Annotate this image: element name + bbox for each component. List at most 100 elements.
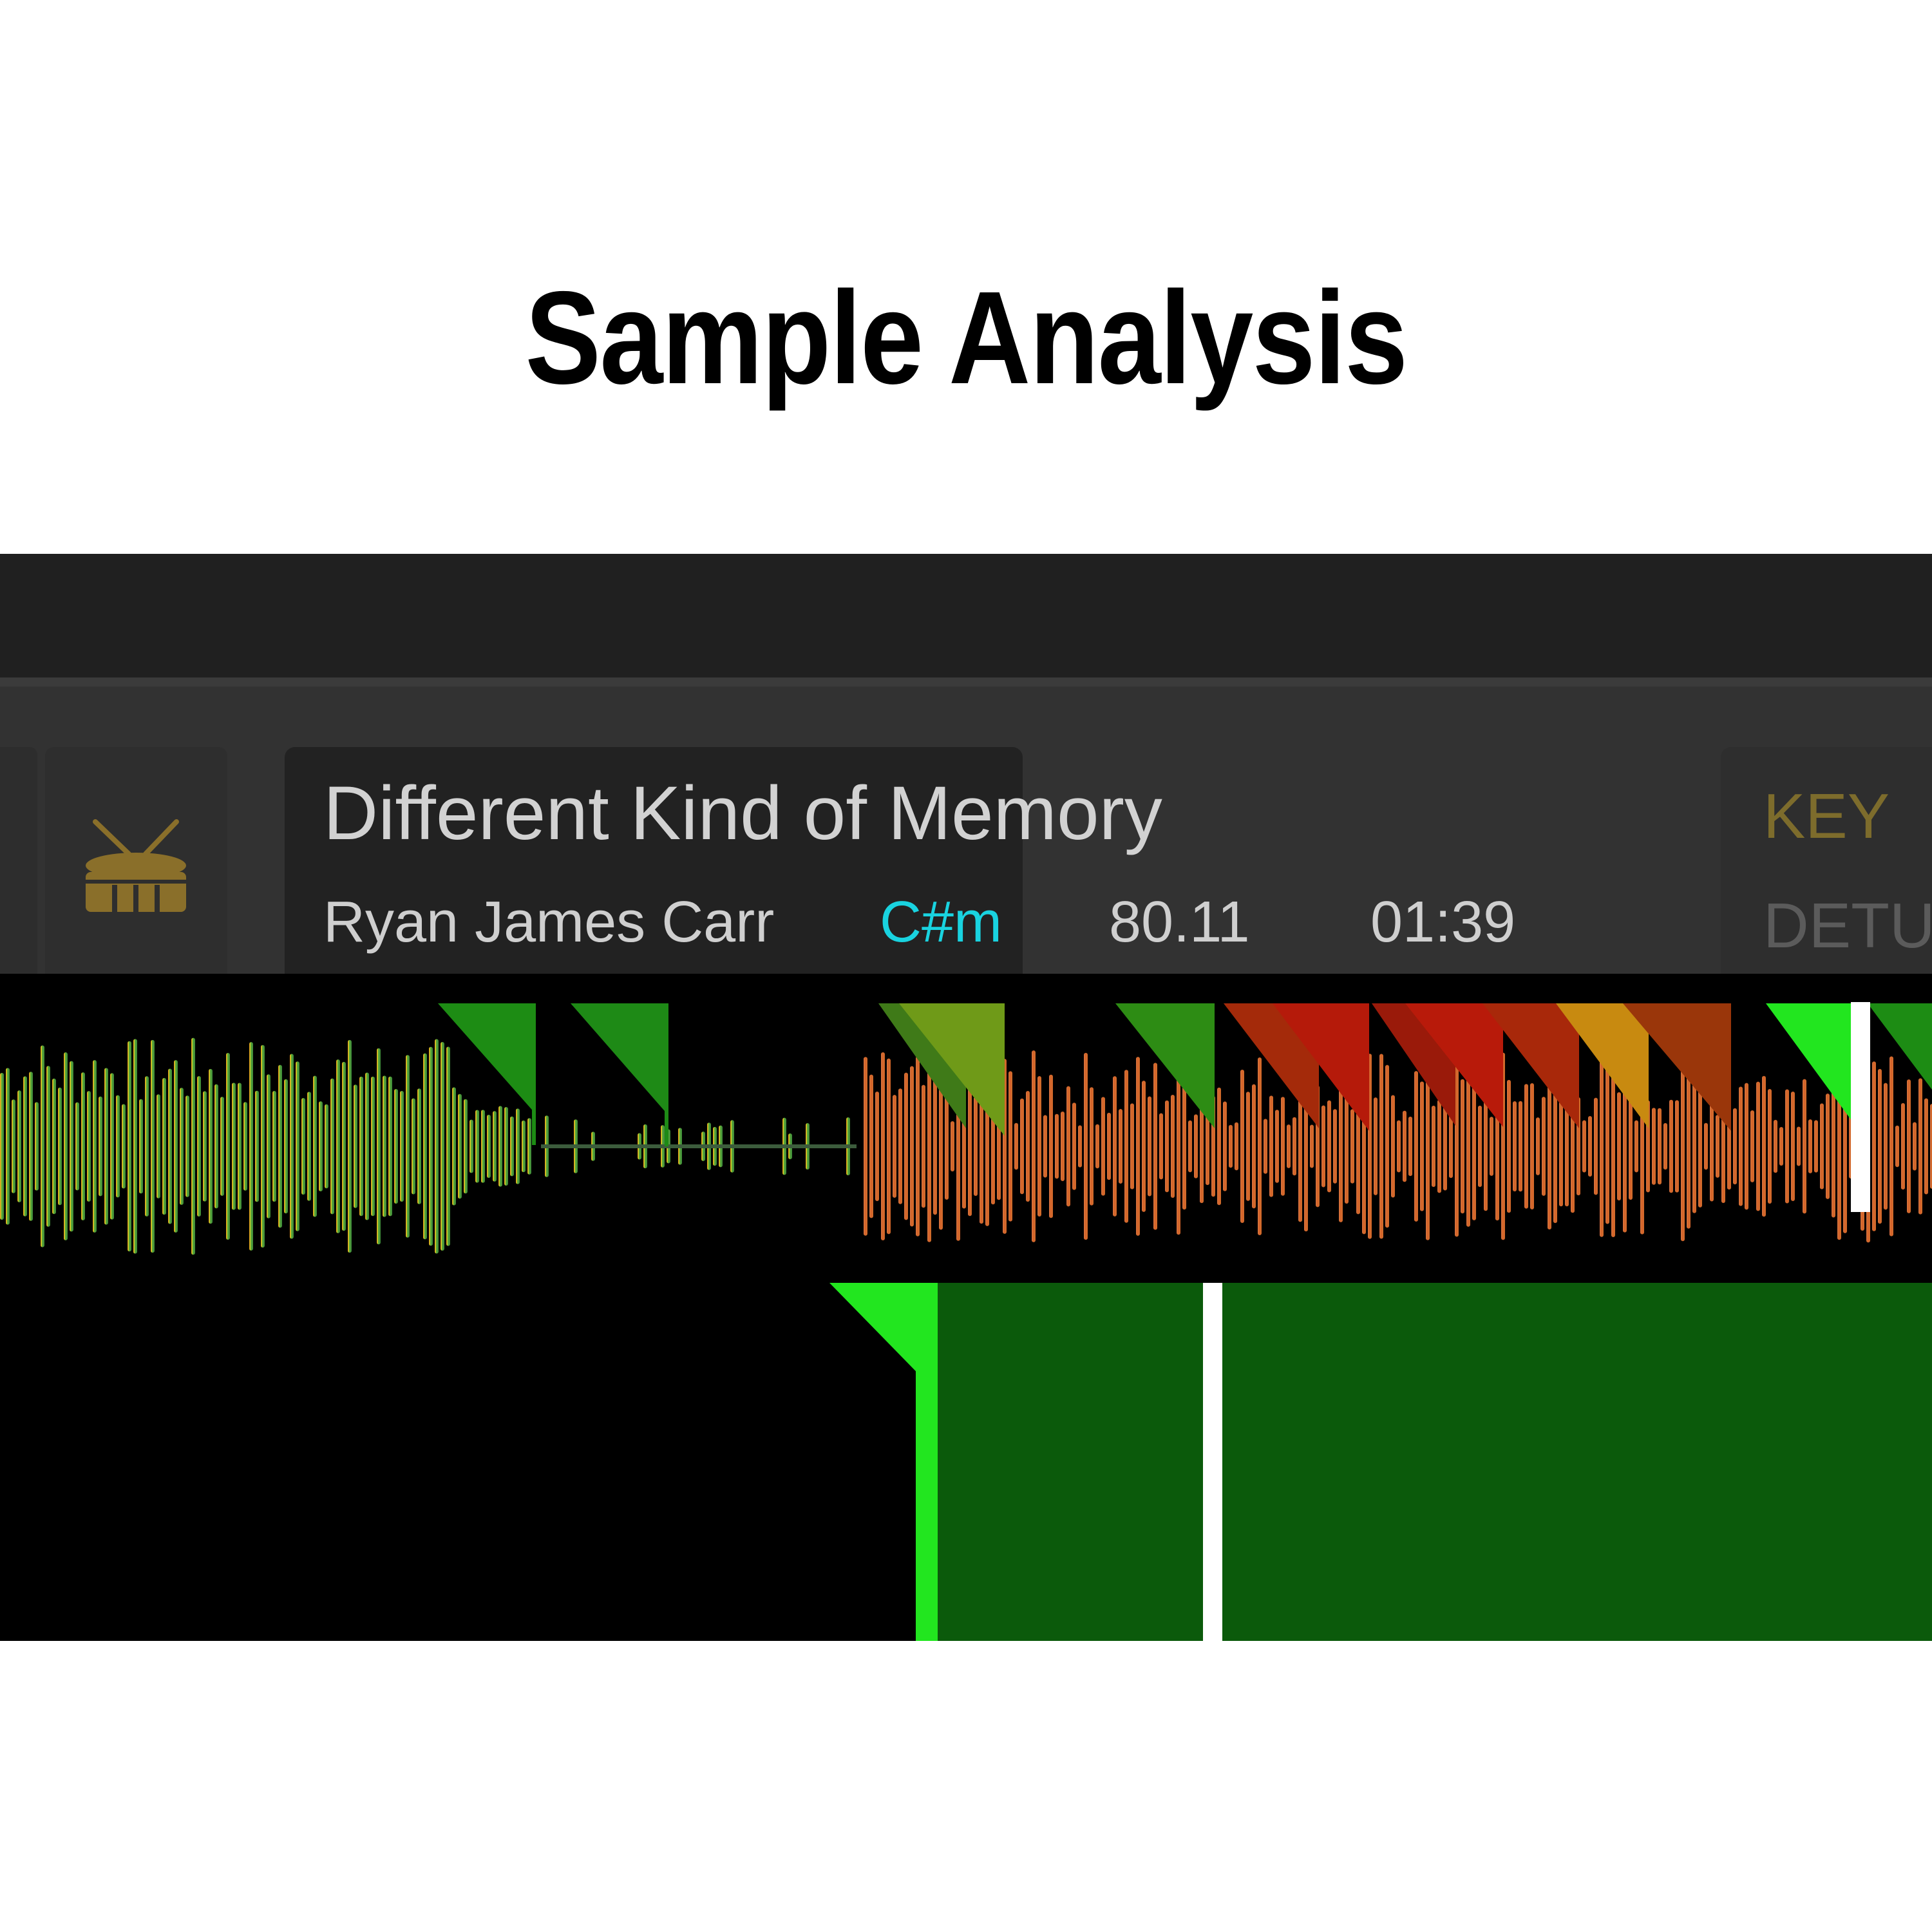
waveform-bar — [1913, 1122, 1917, 1171]
waveform-bar — [359, 1076, 363, 1217]
waveform-bar — [156, 1094, 160, 1198]
waveform-bar — [1530, 1083, 1534, 1210]
waveform-bar — [1066, 1086, 1070, 1207]
waveform-bar — [510, 1116, 514, 1177]
waveform-bar — [394, 1088, 398, 1204]
waveform-bar — [1542, 1097, 1546, 1196]
waveform-bar — [1327, 1100, 1331, 1193]
waveform-bar — [87, 1091, 91, 1202]
waveform-bar — [214, 1084, 218, 1209]
waveform-bar — [440, 1042, 444, 1251]
waveform-bar — [1466, 1066, 1470, 1227]
waveform-bar — [1095, 1124, 1099, 1169]
waveform-bar — [475, 1110, 479, 1183]
sample-type-button[interactable] — [45, 747, 227, 989]
waveform-bar — [1101, 1097, 1105, 1196]
waveform-bar — [1333, 1109, 1337, 1184]
cue-marker-2[interactable] — [571, 1003, 668, 1115]
waveform-bar — [1246, 1092, 1250, 1201]
waveform-bar — [29, 1072, 33, 1221]
waveform-bar — [1513, 1101, 1517, 1192]
waveform-bar — [1020, 1098, 1024, 1195]
waveform-bar — [1588, 1116, 1592, 1177]
waveform-bar — [516, 1108, 520, 1184]
waveform-bar — [272, 1091, 276, 1202]
waveform-bar — [388, 1076, 392, 1217]
key-detune-panel[interactable]: KEY DETU — [1721, 747, 1932, 989]
waveform-bar — [504, 1106, 508, 1186]
waveform-bar — [898, 1088, 902, 1204]
waveform-bar — [348, 1039, 352, 1253]
waveform-bar — [139, 1099, 143, 1194]
waveform-bar — [249, 1042, 253, 1251]
waveform-bar — [1745, 1083, 1748, 1210]
waveform-bar — [1750, 1110, 1754, 1182]
waveform-bar — [1617, 1092, 1621, 1200]
waveform-bar — [1600, 1056, 1604, 1237]
track-info-panel[interactable]: Different Kind of Memory Ryan James Carr… — [285, 747, 1515, 989]
waveform-bar — [927, 1050, 931, 1242]
waveform-bar — [301, 1098, 305, 1195]
loop-region[interactable] — [829, 1283, 1932, 1641]
waveform-bar — [17, 1090, 21, 1202]
cue-marker-2-line — [665, 1003, 668, 1146]
waveform-bar — [1414, 1071, 1418, 1222]
waveform-bar — [1310, 1124, 1314, 1168]
waveform-bar — [412, 1098, 415, 1195]
waveform-bar — [446, 1046, 450, 1246]
waveform-bar — [400, 1090, 404, 1202]
waveform-bar — [1287, 1124, 1291, 1168]
cue-marker-14[interactable] — [1868, 1003, 1932, 1090]
waveform-bar — [1391, 1095, 1395, 1198]
waveform-bar — [1687, 1064, 1690, 1229]
waveform-bar — [99, 1096, 102, 1197]
waveform-bar — [325, 1104, 328, 1189]
waveform-bar — [423, 1053, 427, 1240]
waveform-bar — [951, 1121, 954, 1172]
waveform-bar — [1924, 1098, 1928, 1195]
waveform-canvas[interactable] — [0, 974, 1932, 1641]
waveform-bar — [354, 1084, 357, 1208]
waveform-bar — [1756, 1081, 1760, 1211]
waveform-bar — [1113, 1076, 1117, 1217]
waveform-bar — [35, 1102, 39, 1191]
waveform-bar — [1785, 1089, 1789, 1204]
waveform-area[interactable] — [0, 974, 1932, 1641]
top-bar — [0, 554, 1932, 677]
waveform-bar — [1478, 1105, 1482, 1188]
waveform-bar — [203, 1091, 207, 1202]
waveform-bar — [1217, 1087, 1221, 1206]
waveform-bar — [1072, 1103, 1076, 1190]
waveform-bar — [1698, 1085, 1702, 1208]
waveform-bar — [1704, 1122, 1708, 1170]
waveform-bar — [238, 1083, 242, 1210]
waveform-bar — [1350, 1109, 1354, 1184]
waveform-bar — [481, 1110, 485, 1183]
headline: Sample Analysis — [525, 264, 1408, 412]
waveform-bar — [1188, 1120, 1192, 1173]
waveform-bar — [1078, 1125, 1082, 1168]
waveform-bar — [1037, 1075, 1041, 1217]
waveform-bar — [869, 1074, 873, 1218]
waveform-bar — [1820, 1103, 1824, 1189]
track-bpm: 80.11 — [1109, 890, 1250, 954]
waveform-bar — [313, 1075, 317, 1217]
waveform-bar — [1258, 1057, 1262, 1236]
playhead[interactable] — [1851, 1002, 1870, 1212]
waveform-bar — [58, 1087, 62, 1206]
detune-label: DETU — [1763, 890, 1932, 961]
waveform-bar — [522, 1120, 526, 1173]
waveform-bar — [1159, 1113, 1163, 1180]
waveform-bar — [1490, 1117, 1493, 1176]
page: Sample Analysis Different Kind of Memory… — [0, 0, 1932, 1932]
waveform-bar — [1901, 1103, 1905, 1190]
previous-panel-edge[interactable] — [0, 747, 37, 989]
waveform-bar — [1026, 1090, 1030, 1202]
waveform-bar — [191, 1037, 195, 1255]
loop-playhead[interactable] — [1203, 1283, 1222, 1641]
waveform-bar — [1240, 1070, 1244, 1223]
waveform-bar — [968, 1076, 972, 1217]
waveform-bar — [1142, 1081, 1146, 1212]
drum-icon — [86, 819, 186, 913]
waveform-bar — [290, 1054, 294, 1239]
